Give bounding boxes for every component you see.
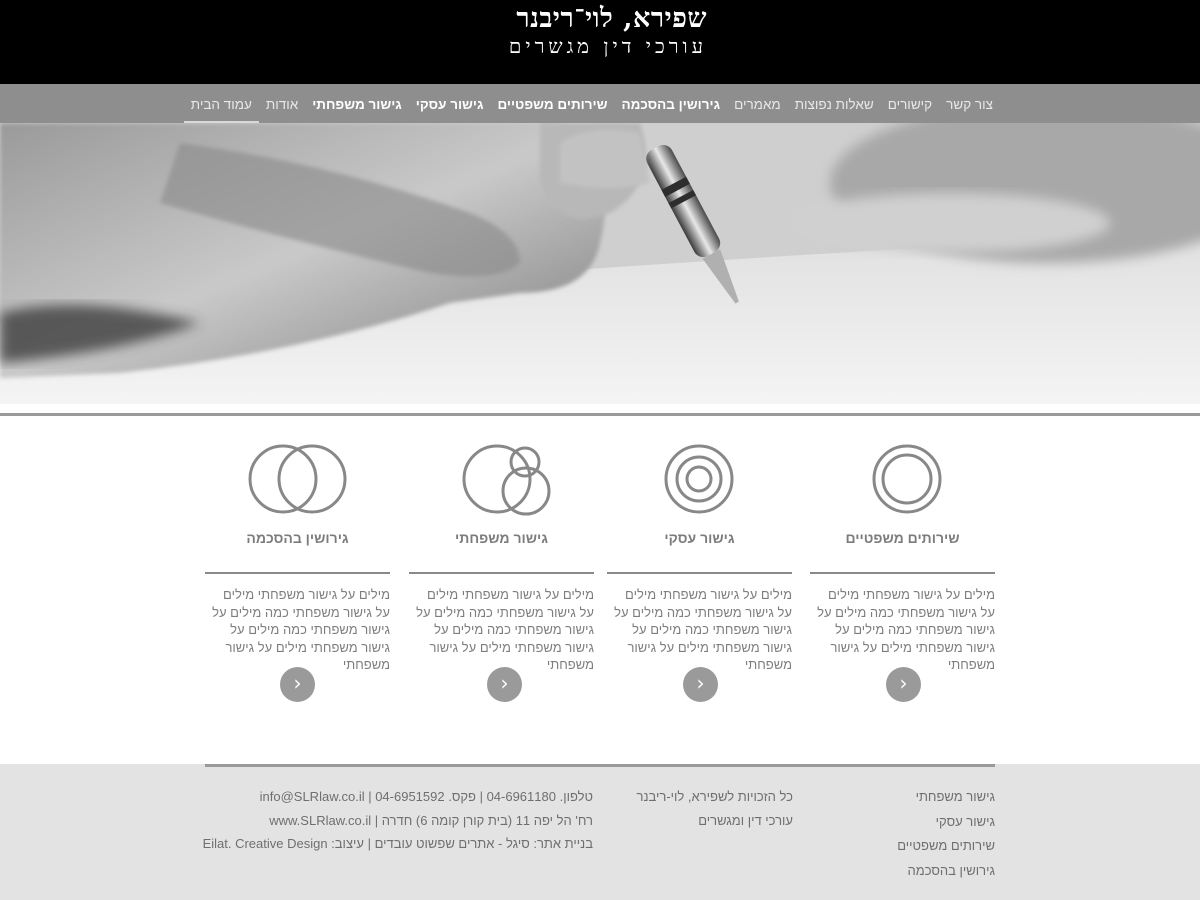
contact-address-line[interactable]: רח' הל יפה 11 (בית קורן קומה 6) חדרה | w… [203,809,593,833]
site-footer: גישור משפחתי גישור עסקי שירותים משפטיים … [0,764,1200,900]
service-divider [409,572,594,574]
chevron-right-icon: › [899,671,908,695]
service-divider [810,572,995,574]
footer-links: גישור משפחתי גישור עסקי שירותים משפטיים … [897,785,995,883]
site-title: שפירא, לוי־ריבנר [516,3,707,34]
read-more-button[interactable]: › [280,667,315,702]
service-description: מילים על גישור משפחתי מילים על גישור משפ… [212,587,390,672]
nav-item[interactable]: קישורים [881,84,939,123]
service-title[interactable]: גירושין בהסכמה [205,530,390,546]
footer-copyright: כל הזכויות לשפירא, לוי-ריבנר עורכי דין ו… [637,785,794,832]
service-card: שירותים משפטיים מילים על גישור משפחתי מי… [810,430,995,720]
service-description: מילים על גישור משפחתי מילים על גישור משפ… [817,587,995,672]
nav-item[interactable]: צור קשר [939,84,1000,123]
nav-item[interactable]: גישור עסקי [409,84,491,123]
credits-line[interactable]: בניית אתר: סיגל - אתרים שפשוט עובדים | ע… [203,832,593,856]
service-title[interactable]: שירותים משפטיים [810,530,995,546]
footer-link-family-mediation[interactable]: גישור משפחתי [897,785,995,810]
nav-item[interactable]: גירושין בהסכמה [614,84,727,123]
read-more-button[interactable]: › [683,667,718,702]
service-description: מילים על גישור משפחתי מילים על גישור משפ… [614,587,792,672]
copyright-line: כל הזכויות לשפירא, לוי-ריבנר [636,789,794,804]
service-divider [205,572,390,574]
hand-writing-with-pen-illustration [0,123,1200,404]
service-description: מילים על גישור משפחתי מילים על גישור משפ… [416,587,594,672]
footer-link-business-mediation[interactable]: גישור עסקי [897,810,995,835]
footer-contact: טלפון. 04-6961180 | פקס. 04-6951592 | in… [203,785,593,856]
service-title[interactable]: גישור משפחתי [409,530,594,546]
read-more-button[interactable]: › [487,667,522,702]
chevron-right-icon: › [696,671,705,695]
chevron-right-icon: › [500,671,509,695]
main-nav: עמוד הבית אודות גישור משפחתי גישור עסקי שירו… [0,84,1200,123]
nav-item[interactable]: שאלות נפוצות [788,84,881,123]
triple-concentric-circles-icon [664,444,734,514]
copyright-subline: עורכי דין ומגשרים [698,812,793,828]
nav-item[interactable]: עמוד הבית [183,84,259,123]
service-card: גישור משפחתי מילים על גישור משפחתי מילים… [409,430,594,720]
overlapping-three-circles-icon [462,444,551,516]
service-title[interactable]: גישור עסקי [607,530,792,546]
footer-link-consensual-divorce[interactable]: גירושין בהסכמה [897,859,995,884]
contact-phone-line[interactable]: טלפון. 04-6961180 | פקס. 04-6951592 | in… [203,785,593,809]
double-concentric-circles-icon [872,444,942,514]
site-logo[interactable]: שפירא, לוי־ריבנר עורכי דין מגשרים [508,3,707,59]
footer-divider [205,764,995,767]
nav-item[interactable]: אודות [259,84,305,123]
nav-item[interactable]: גישור משפחתי [305,84,409,123]
service-card: גישור עסקי מילים על גישור משפחתי מילים ע… [607,430,792,720]
nav-item[interactable]: שירותים משפטיים [490,84,614,123]
read-more-button[interactable]: › [886,667,921,702]
site-subtitle: עורכי דין מגשרים [508,34,707,58]
hero-image [0,123,1200,404]
service-card: גירושין בהסכמה מילים על גישור משפחתי מיל… [205,430,390,720]
hero-divider [0,413,1200,416]
chevron-right-icon: › [293,671,302,695]
service-divider [607,572,792,574]
footer-link-legal-services[interactable]: שירותים משפטיים [897,834,995,859]
overlapping-two-circles-icon [248,444,347,514]
site-header: שפירא, לוי־ריבנר עורכי דין מגשרים [0,0,1200,84]
nav-list: עמוד הבית אודות גישור משפחתי גישור עסקי שירו… [183,84,1000,123]
nav-item[interactable]: מאמרים [727,84,788,123]
services-section: שירותים משפטיים מילים על גישור משפחתי מי… [205,430,995,730]
